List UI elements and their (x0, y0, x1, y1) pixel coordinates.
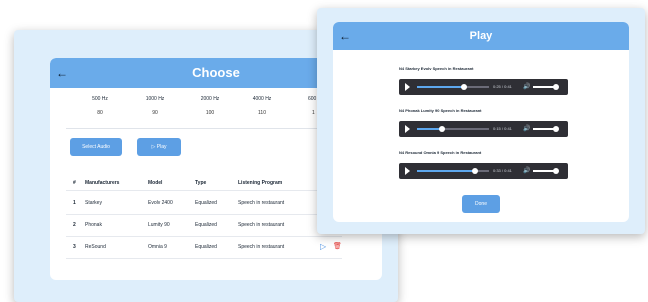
time-display: 0:33 / 0:41 (493, 168, 512, 173)
header-model: Model (148, 180, 163, 186)
back-arrow-icon[interactable]: ← (56, 58, 68, 88)
volume-icon[interactable]: 🔊 (523, 167, 530, 175)
seek-bar[interactable] (417, 126, 489, 132)
volume-icon[interactable]: 🔊 (523, 125, 530, 133)
row-divider (66, 214, 342, 215)
audio-player[interactable]: 0:25 / 0:41 🔊 (399, 79, 568, 95)
row-play-icon[interactable]: ▷ (320, 242, 326, 251)
row-program: Speech in restaurant (238, 244, 285, 250)
volume-handle[interactable] (553, 126, 559, 132)
track-title: N4 Resound Omnia 9 Speech in Restaurant (399, 150, 482, 155)
volume-handle[interactable] (553, 168, 559, 174)
row-manufacturer: Starkey (85, 200, 102, 206)
row-program: Speech in restaurant (238, 222, 285, 228)
seek-handle[interactable] (460, 84, 467, 90)
play-button[interactable]: ▷ Play (137, 138, 181, 156)
header-number: # (73, 180, 76, 186)
table-header-line (66, 190, 342, 191)
play-card: ← Play N4 Starkey Evolv Speech in Restau… (333, 22, 629, 222)
play-icon[interactable] (405, 83, 410, 91)
row-model: Omnia 9 (148, 244, 167, 250)
seek-progress (417, 86, 464, 88)
freq-value-500: 80 (97, 110, 103, 116)
track-title: N4 Starkey Evolv Speech in Restaurant (399, 66, 474, 71)
row-manufacturer: Phonak (85, 222, 102, 228)
volume-icon[interactable]: 🔊 (523, 83, 530, 91)
audio-player[interactable]: 0:15 / 0:41 🔊 (399, 121, 568, 137)
row-manufacturer: ReSound (85, 244, 106, 250)
audio-player[interactable]: 0:33 / 0:41 🔊 (399, 163, 568, 179)
freq-value-2000: 100 (205, 110, 215, 116)
time-display: 0:25 / 0:41 (493, 84, 512, 89)
seek-progress (417, 170, 475, 172)
row-divider (66, 236, 342, 237)
row-number: 3 (73, 244, 76, 250)
seek-handle[interactable] (471, 168, 478, 174)
freq-label-1000: 1000 Hz (145, 96, 165, 102)
row-type: Equalized (195, 200, 217, 206)
row-delete-icon[interactable]: 🗑 (333, 242, 342, 250)
play-title: Play (469, 30, 493, 42)
seek-handle[interactable] (439, 126, 446, 132)
time-display: 0:15 / 0:41 (493, 126, 512, 131)
freq-label-500: 500 Hz (92, 96, 108, 102)
row-number: 2 (73, 222, 76, 228)
row-type: Equalized (195, 244, 217, 250)
freq-value-4000: 110 (258, 110, 266, 116)
back-arrow-icon[interactable]: ← (339, 22, 351, 50)
row-model: Lumity 90 (148, 222, 170, 228)
volume-slider[interactable] (533, 126, 559, 132)
seek-bar[interactable] (417, 168, 489, 174)
play-icon[interactable] (405, 125, 410, 133)
header-listening-program: Listening Program (238, 180, 283, 186)
header-type: Type (195, 180, 207, 186)
volume-slider[interactable] (533, 168, 559, 174)
choose-title: Choose (192, 65, 240, 80)
freq-label-4000: 4000 Hz (252, 96, 272, 102)
play-icon[interactable] (405, 167, 410, 175)
row-divider (66, 258, 342, 259)
row-number: 1 (73, 200, 76, 206)
row-model: Evolv 2400 (148, 200, 173, 206)
play-header: ← Play (333, 22, 629, 50)
row-program: Speech in restaurant (238, 200, 285, 206)
select-audio-button[interactable]: Select Audio (70, 138, 122, 156)
done-button[interactable]: Done (462, 195, 500, 213)
row-type: Equalized (195, 222, 217, 228)
freq-label-2000: 2000 Hz (200, 96, 220, 102)
volume-slider[interactable] (533, 84, 559, 90)
track-title: N4 Phonak Lumity 90 Speech in Restaurant (399, 108, 482, 113)
seek-bar[interactable] (417, 84, 489, 90)
freq-value-1000: 90 (152, 110, 158, 116)
play-window: ← Play N4 Starkey Evolv Speech in Restau… (317, 8, 645, 234)
volume-handle[interactable] (553, 84, 559, 90)
header-manufacturers: Manufacturers (85, 180, 120, 186)
